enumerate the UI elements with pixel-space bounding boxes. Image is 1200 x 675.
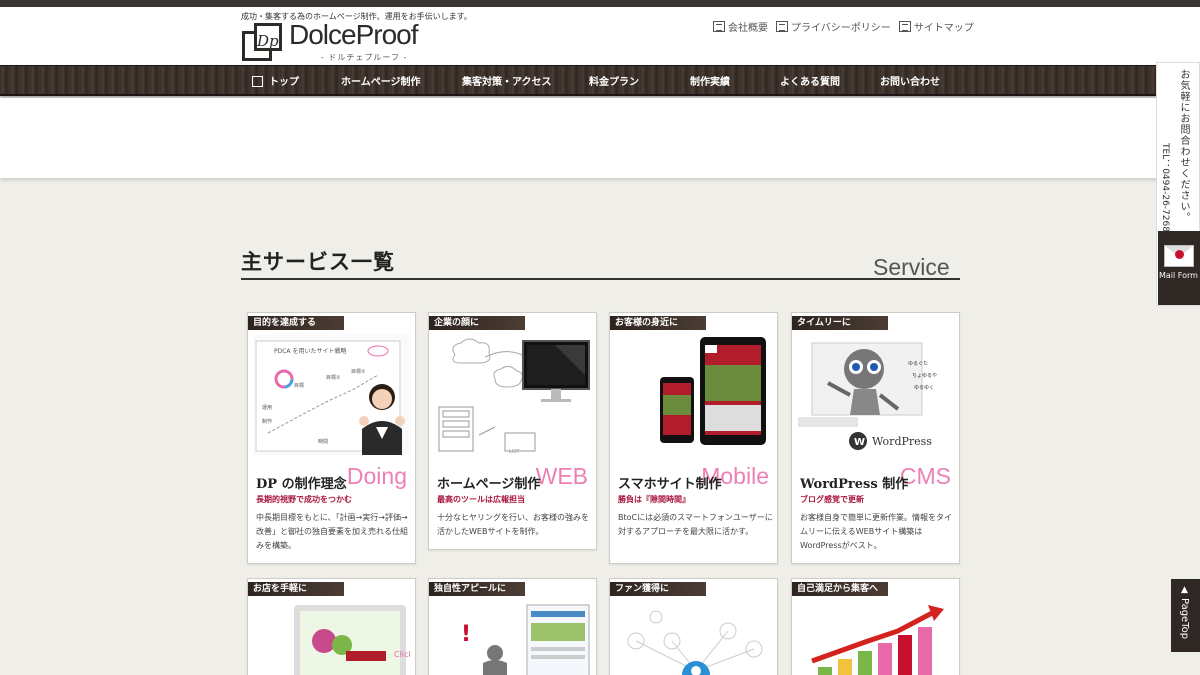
card-subtitle: 長期的視野で成功をつかむ: [256, 495, 352, 504]
web-design-illustration: LIST: [435, 335, 591, 455]
main-nav: トップ ホームページ制作 集客対策・アクセス 料金プラン 制作実績 よくある質問…: [0, 65, 1200, 96]
card-subtitle: 最高のツールは広報担当: [437, 495, 525, 504]
card-tag: ファン獲得に: [610, 582, 706, 596]
logo-kana: - ドルチェプルーフ -: [321, 53, 408, 62]
company-link[interactable]: 会社概要: [713, 19, 768, 34]
mobile-devices-illustration: [616, 335, 772, 455]
img-text-goal: 目標: [294, 382, 304, 389]
privacy-link[interactable]: プライバシーポリシー: [776, 19, 891, 34]
growth-chart-illustration: [811, 605, 944, 675]
arrow-up-icon: ▲: [1181, 585, 1188, 595]
img-text-wordpress: WordPress: [872, 435, 932, 448]
page-top-label: PageTop: [1179, 598, 1190, 640]
card-tag: 自己満足から集客へ: [792, 582, 888, 596]
svg-text:ゆるゆく: ゆるゆく: [914, 385, 934, 391]
logo-mark-icon: Dp: [242, 23, 282, 63]
service-card-marketing[interactable]: 自己満足から集客へ: [791, 578, 960, 675]
privacy-link-label: プライバシーポリシー: [791, 23, 891, 34]
mail-form-label: Mail Form: [1159, 271, 1198, 280]
card-title: スマホサイト制作: [618, 477, 722, 492]
img-text-operate: 運用: [262, 405, 272, 411]
card-title: ホームページ制作: [437, 477, 541, 492]
card-tag: 目的を達成する: [248, 316, 344, 330]
card-tag: 独自性アピールに: [429, 582, 525, 596]
card-en-label: WEB: [535, 463, 588, 489]
img-text-goal2: 目標②: [351, 368, 366, 375]
home-icon: [252, 76, 263, 87]
card-tag: お店を手軽に: [248, 582, 344, 596]
page-top-button[interactable]: ▲ PageTop: [1171, 579, 1200, 652]
card-title: DP の制作理念: [256, 477, 347, 492]
company-link-label: 会社概要: [728, 23, 768, 34]
top-strip: [0, 0, 1200, 7]
ecshop-illustration: Click: [294, 605, 410, 675]
card-tag: タイムリーに: [792, 316, 888, 330]
nav-item-contact[interactable]: お問い合わせ: [880, 73, 940, 88]
site-header: 成功・集客する為のホームページ制作、運用をお手伝いします。 Dp DolcePr…: [0, 7, 1200, 65]
card-title: WordPress 制作: [800, 477, 909, 492]
svg-text:!: !: [461, 622, 471, 647]
card-description: BtoCには必須のスマートフォンユーザーに対するアプローチを最大限に活かす。: [618, 513, 773, 536]
document-icon: [776, 21, 788, 32]
side-contact-panel[interactable]: お気軽にお問合わせください。 TEL：0494-26-7268 Mail For…: [1156, 62, 1200, 306]
original-appeal-illustration: !: [461, 604, 590, 675]
card-tag: 企業の顔に: [429, 316, 525, 330]
card-tag: お客様の身近に: [610, 316, 706, 330]
logo-name: DolceProof: [289, 19, 419, 50]
service-card-web[interactable]: 企業の顔に LIST WEB ホームページ制作 最高のツールは広報担当 十分なヒ…: [428, 312, 597, 550]
card-description: 十分なヒヤリングを行い、お客様の強みを活かしたWEBサイトを制作。: [437, 513, 589, 536]
service-card-mobile[interactable]: お客様の身近に Mobile スマホサイト制作 勝負は『隙間時間』 BtoCには…: [609, 312, 778, 564]
card-en-label: Doing: [346, 463, 407, 489]
social-network-illustration: [627, 610, 763, 675]
side-contact-text: お気軽にお問合わせください。: [1178, 69, 1189, 223]
sitemap-icon: [898, 21, 911, 32]
service-card-concept[interactable]: 目的を達成する PDCA を用いたサイト戦略 目標 目標① 目標② 運用 制作 …: [247, 312, 416, 564]
svg-text:W: W: [854, 437, 865, 448]
card-subtitle: 勝負は『隙間時間』: [618, 495, 690, 504]
card-description: 中長期目標をもとに、「計画→実行→評価→改善」と御社の独自要素を加え売れる仕組み…: [256, 513, 408, 550]
sitemap-link[interactable]: サイトマップ: [898, 19, 974, 34]
service-card-original[interactable]: 独自性アピールに !: [428, 578, 597, 675]
nav-item-web[interactable]: ホームページ制作: [341, 73, 421, 88]
nav-item-works[interactable]: 制作実績: [690, 73, 730, 88]
mail-form-button[interactable]: Mail Form: [1158, 231, 1200, 305]
nav-item-top-label: トップ: [269, 77, 299, 88]
building-icon: [713, 21, 725, 32]
envelope-icon: [1164, 245, 1194, 267]
nav-item-seo[interactable]: 集客対策・アクセス: [462, 73, 552, 88]
nav-item-price[interactable]: 料金プラン: [589, 73, 639, 88]
service-card-wordpress[interactable]: タイムリーに ゆるぐた ちょゆるや ゆるゆく W WordPress CMS W…: [791, 312, 960, 564]
img-text-click: Click: [394, 650, 410, 659]
sitemap-link-label: サイトマップ: [913, 23, 974, 34]
card-subtitle: ブログ感覚で更新: [800, 495, 864, 504]
img-text-goal1: 目標①: [326, 374, 341, 381]
nav-item-faq[interactable]: よくある質問: [780, 73, 840, 88]
nav-item-top[interactable]: トップ: [252, 73, 299, 88]
wordpress-robot-illustration: ゆるぐた ちょゆるや ゆるゆく W WordPress: [798, 335, 954, 455]
section-title-en: Service: [873, 254, 950, 280]
svg-text:ゆるぐた: ゆるぐた: [908, 361, 928, 367]
img-text-list: LIST: [509, 449, 520, 455]
service-card-shop[interactable]: お店を手軽に Click: [247, 578, 416, 675]
hero-banner: [0, 98, 1200, 178]
header-links: 会社概要 プライバシーポリシー サイトマップ: [713, 19, 974, 34]
img-text-time: 時間: [318, 439, 328, 445]
svg-text:ちょゆるや: ちょゆるや: [912, 372, 937, 379]
pdca-illustration: PDCA を用いたサイト戦略 目標 目標① 目標② 運用 制作 時間: [254, 335, 410, 455]
service-card-fan[interactable]: ファン獲得に: [609, 578, 778, 675]
section-title: 主サービス一覧: [241, 250, 395, 274]
card-description: お客様自身で簡単に更新作業。情報をタイムリーに伝えるWEBサイト構築はWordP…: [800, 513, 952, 550]
img-text-pdca: PDCA を用いたサイト戦略: [274, 347, 346, 355]
section-divider: [241, 278, 960, 280]
site-logo[interactable]: Dp DolceProof - ドルチェプルーフ -: [242, 19, 442, 65]
side-tel-number: TEL：0494-26-7268: [1160, 143, 1170, 232]
img-text-produce: 制作: [262, 418, 272, 425]
